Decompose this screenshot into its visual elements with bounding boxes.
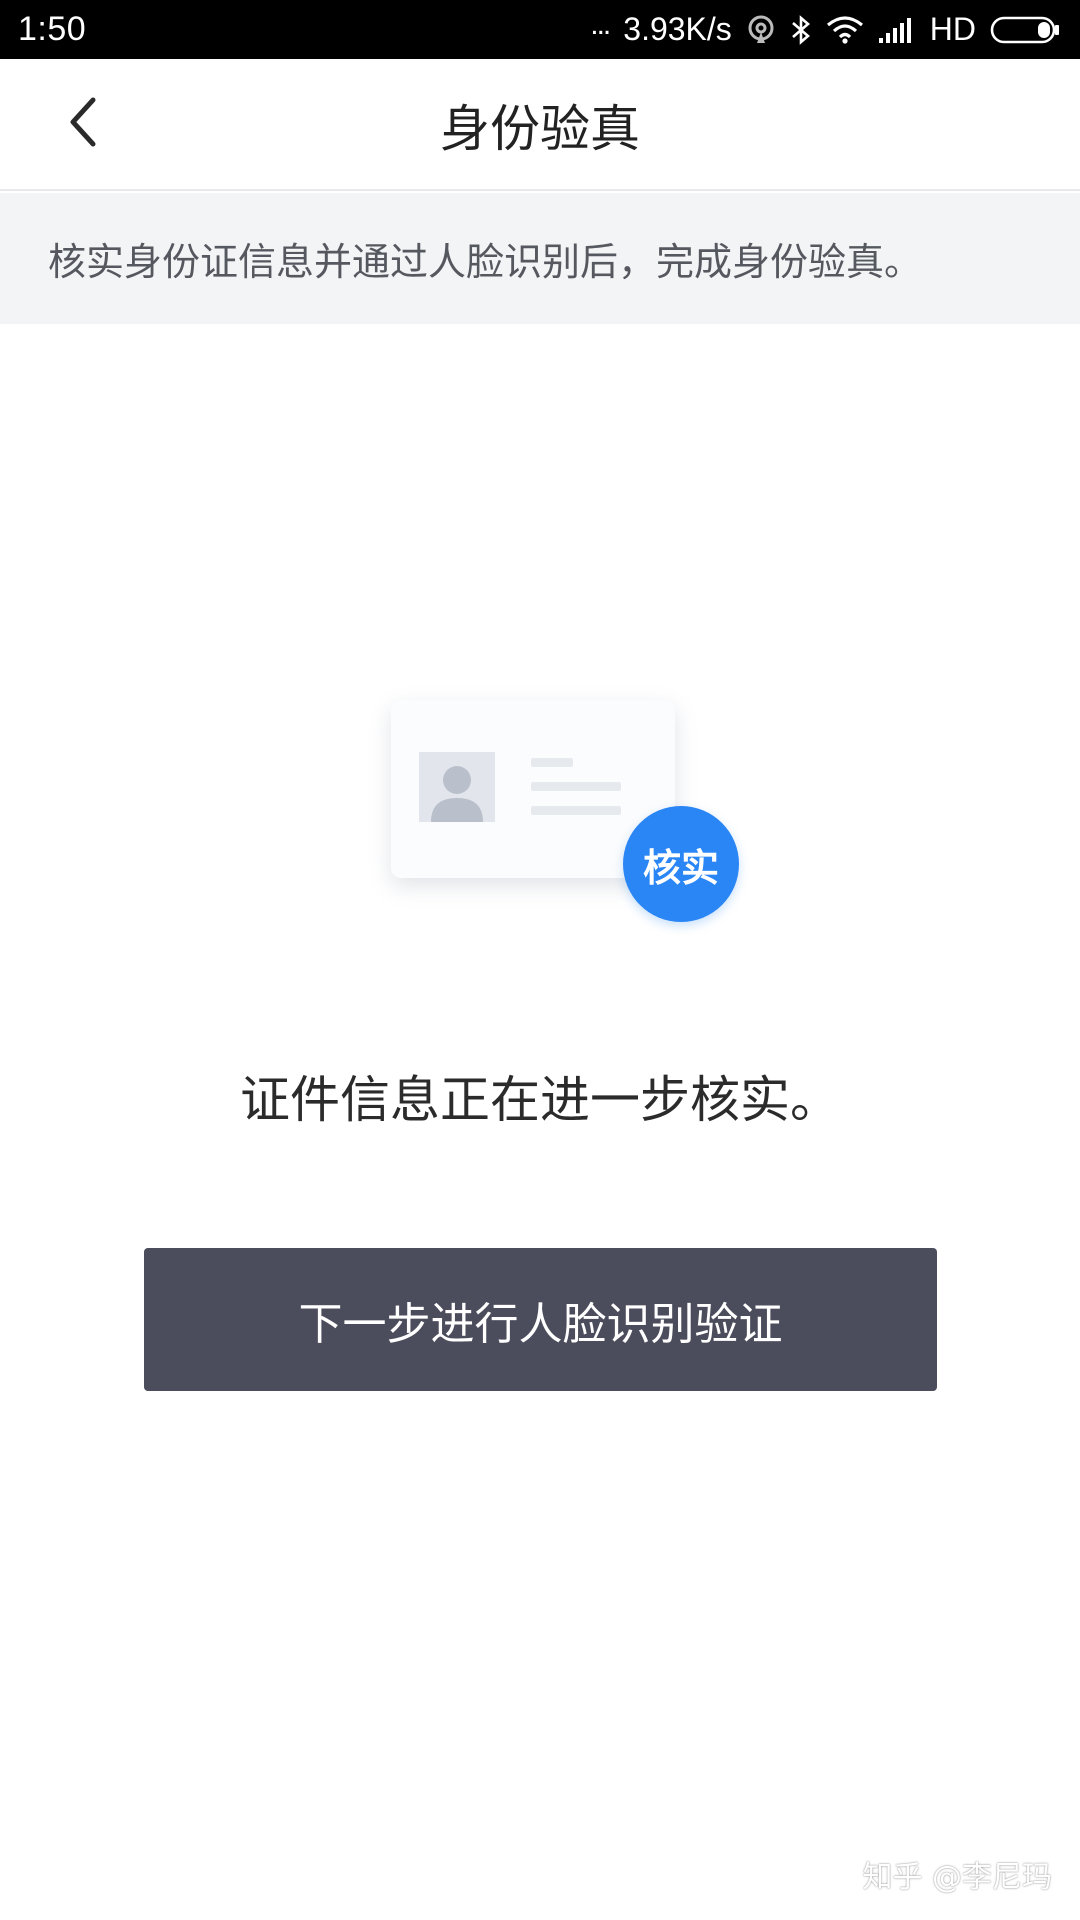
wifi-icon <box>826 15 864 45</box>
hotspot-icon <box>746 15 776 45</box>
page-title: 身份验真 <box>440 100 640 158</box>
id-card-line <box>531 782 621 791</box>
verify-badge: 核实 <box>623 806 739 922</box>
app-bar: 身份验真 <box>0 59 1080 191</box>
watermark: 知乎 @李尼玛 <box>862 1860 1052 1895</box>
avatar-placeholder-icon <box>419 752 495 822</box>
battery-icon <box>990 15 1062 45</box>
id-card-line <box>531 806 621 815</box>
screen: 1:50 ... 3.93K/s HD 身份验真 核实身份证信息并通过人脸识别后… <box>0 0 1080 1920</box>
info-banner: 核实身份证信息并通过人脸识别后，完成身份验真。 <box>0 193 1080 324</box>
status-time: 1:50 <box>18 10 87 48</box>
network-speed: 3.93K/s <box>623 11 732 47</box>
signal-icon <box>878 16 916 44</box>
info-banner-text: 核实身份证信息并通过人脸识别后，完成身份验真。 <box>48 240 923 284</box>
notification-dots: ... <box>590 7 611 41</box>
next-face-verification-button[interactable]: 下一步进行人脸识别验证 <box>144 1248 937 1391</box>
id-card-line <box>531 758 573 767</box>
status-bar: 1:50 ... 3.93K/s HD <box>0 0 1080 59</box>
network-type: HD <box>929 11 976 47</box>
next-button-label: 下一步进行人脸识别验证 <box>298 1298 783 1350</box>
bluetooth-icon <box>790 14 812 46</box>
status-icons: ... 3.93K/s HD <box>590 0 1062 59</box>
id-card-illustration: 核实 <box>385 700 745 930</box>
verification-status-text: 证件信息正在进一步核实。 <box>240 1071 840 1129</box>
